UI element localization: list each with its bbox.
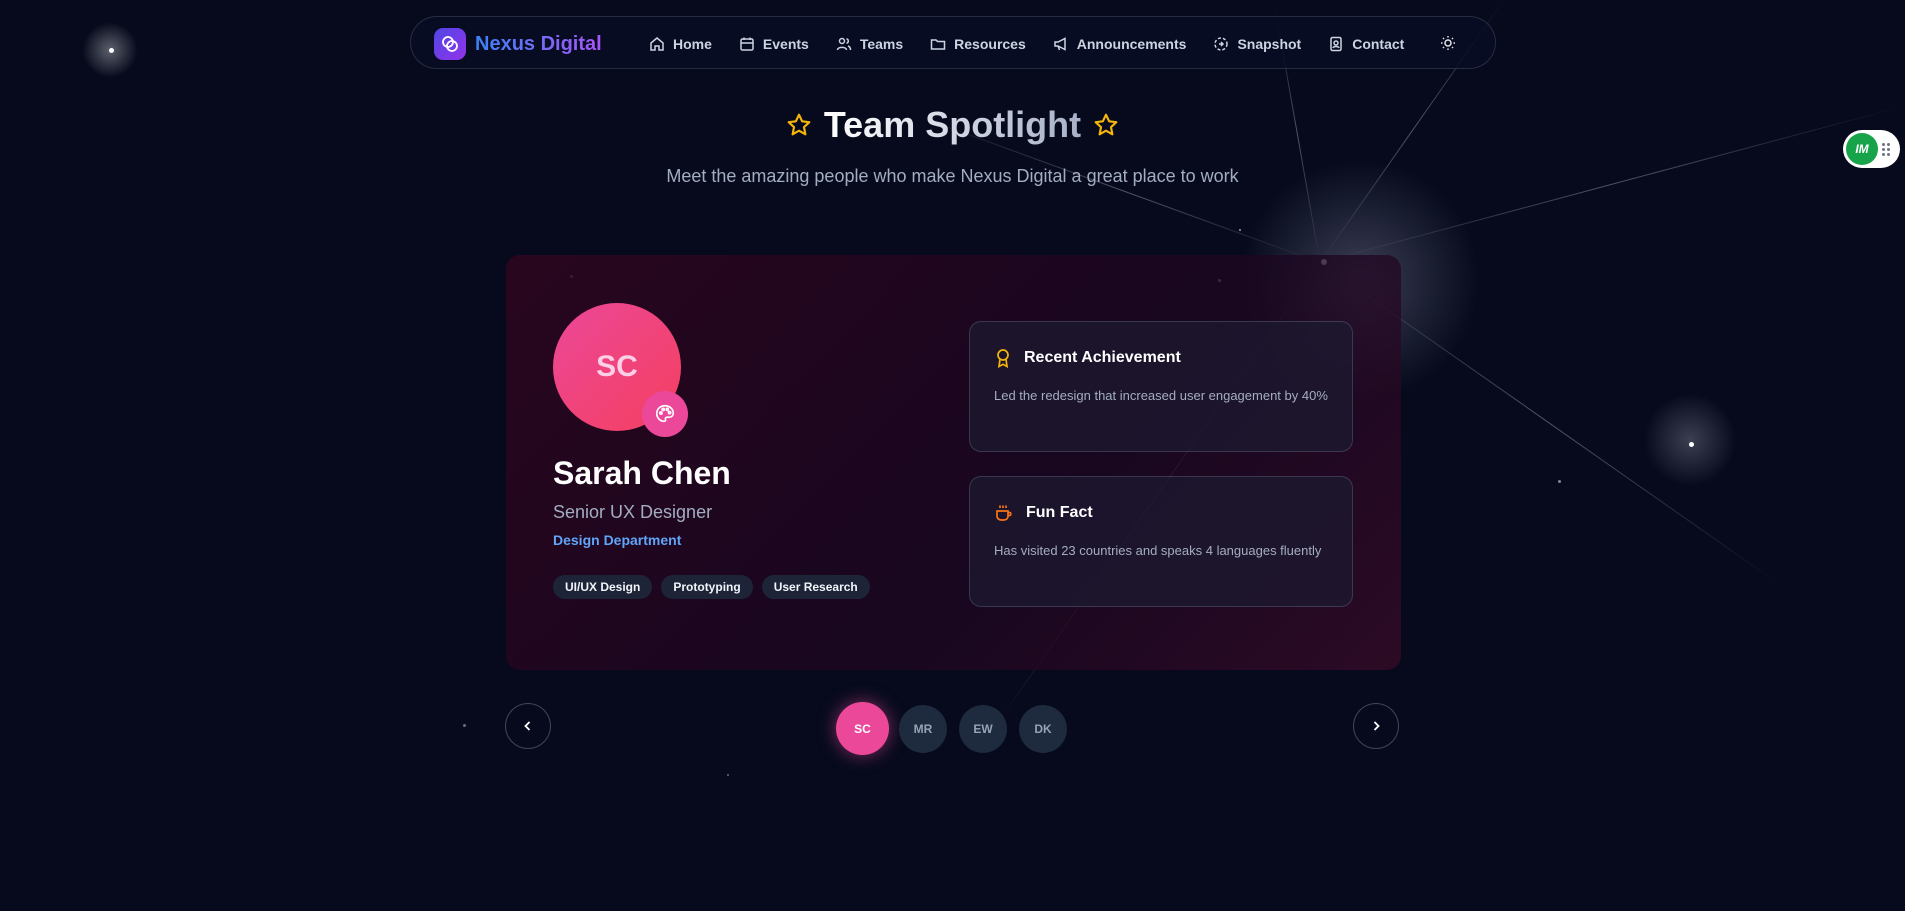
- skill-tag: Prototyping: [661, 575, 753, 599]
- home-icon: [650, 36, 664, 51]
- nav-item-events[interactable]: Events: [739, 36, 809, 52]
- skill-tags: UI/UX Design Prototyping User Research: [553, 575, 879, 599]
- coffee-icon: [996, 505, 1012, 521]
- brand[interactable]: Nexus Digital: [434, 28, 602, 60]
- person-department: Design Department: [553, 532, 682, 548]
- member-selector: SC MR EW DK: [836, 702, 1079, 755]
- next-button[interactable]: [1353, 703, 1399, 749]
- brand-logo-icon: [434, 28, 466, 60]
- star-icon: [787, 113, 811, 136]
- nav-item-contact[interactable]: Contact: [1328, 36, 1404, 52]
- sun-icon: [1441, 36, 1455, 50]
- nav-item-label: Announcements: [1076, 35, 1187, 52]
- page-subtitle: Meet the amazing people who make Nexus D…: [666, 166, 1239, 186]
- nav-menu: Home Events Teams Resources Announcement…: [649, 17, 1431, 70]
- nav-item-resources[interactable]: Resources: [930, 36, 1026, 52]
- nav-item-teams[interactable]: Teams: [836, 36, 903, 52]
- theme-toggle-button[interactable]: [1438, 33, 1458, 53]
- nav-item-snapshot[interactable]: Snapshot: [1213, 36, 1301, 52]
- person-name: Sarah Chen: [553, 455, 731, 491]
- contact-icon: [1330, 36, 1342, 51]
- snapshot-icon: [1214, 36, 1229, 51]
- spotlight-card: SC Sarah Chen Senior UX Designer Design …: [506, 255, 1401, 670]
- nav-item-label: Teams: [859, 35, 904, 52]
- fun-fact-box: Fun Fact Has visited 23 countries and sp…: [969, 476, 1353, 607]
- nav-item-label: Events: [762, 35, 809, 52]
- drag-handle-icon[interactable]: [1882, 142, 1890, 156]
- achievement-title: Recent Achievement: [1024, 349, 1181, 366]
- section-heading: Team Spotlight: [0, 104, 1905, 146]
- nav-item-label: Snapshot: [1237, 35, 1302, 52]
- person-role: Senior UX Designer: [553, 502, 713, 522]
- achievement-box: Recent Achievement Led the redesign that…: [969, 321, 1353, 452]
- achievement-text: Led the redesign that increased user eng…: [994, 388, 1328, 403]
- award-icon: [997, 349, 1009, 368]
- top-navbar: Nexus Digital Home Events Teams Resource…: [410, 16, 1496, 69]
- nav-item-home[interactable]: Home: [649, 36, 712, 52]
- nav-item-label: Contact: [1352, 35, 1405, 52]
- nav-item-label: Resources: [954, 35, 1026, 52]
- palette-icon: [642, 391, 688, 437]
- nav-item-announcements[interactable]: Announcements: [1053, 35, 1187, 52]
- member-dot-ew[interactable]: EW: [959, 704, 1007, 753]
- skill-tag: User Research: [761, 575, 870, 599]
- page-title: Team Spotlight: [823, 104, 1082, 145]
- megaphone-icon: [1054, 36, 1066, 51]
- brand-name: Nexus Digital: [475, 32, 602, 55]
- previous-button[interactable]: [505, 703, 551, 749]
- widget-logo: IM: [1846, 133, 1878, 165]
- folder-icon: [930, 38, 946, 50]
- fun-fact-text: Has visited 23 countries and speaks 4 la…: [994, 543, 1322, 558]
- member-dot-dk[interactable]: DK: [1019, 704, 1067, 753]
- nav-item-label: Home: [673, 35, 712, 52]
- skill-tag: UI/UX Design: [553, 575, 653, 599]
- chevron-left-icon: [524, 721, 531, 731]
- calendar-icon: [740, 37, 754, 51]
- star-icon: [1094, 113, 1118, 136]
- fun-fact-title: Fun Fact: [1026, 504, 1093, 521]
- member-dot-mr[interactable]: MR: [899, 704, 947, 753]
- floating-widget[interactable]: IM: [1843, 130, 1900, 168]
- chevron-right-icon: [1373, 721, 1380, 731]
- member-dot-sc[interactable]: SC: [836, 702, 889, 755]
- users-icon: [836, 37, 852, 50]
